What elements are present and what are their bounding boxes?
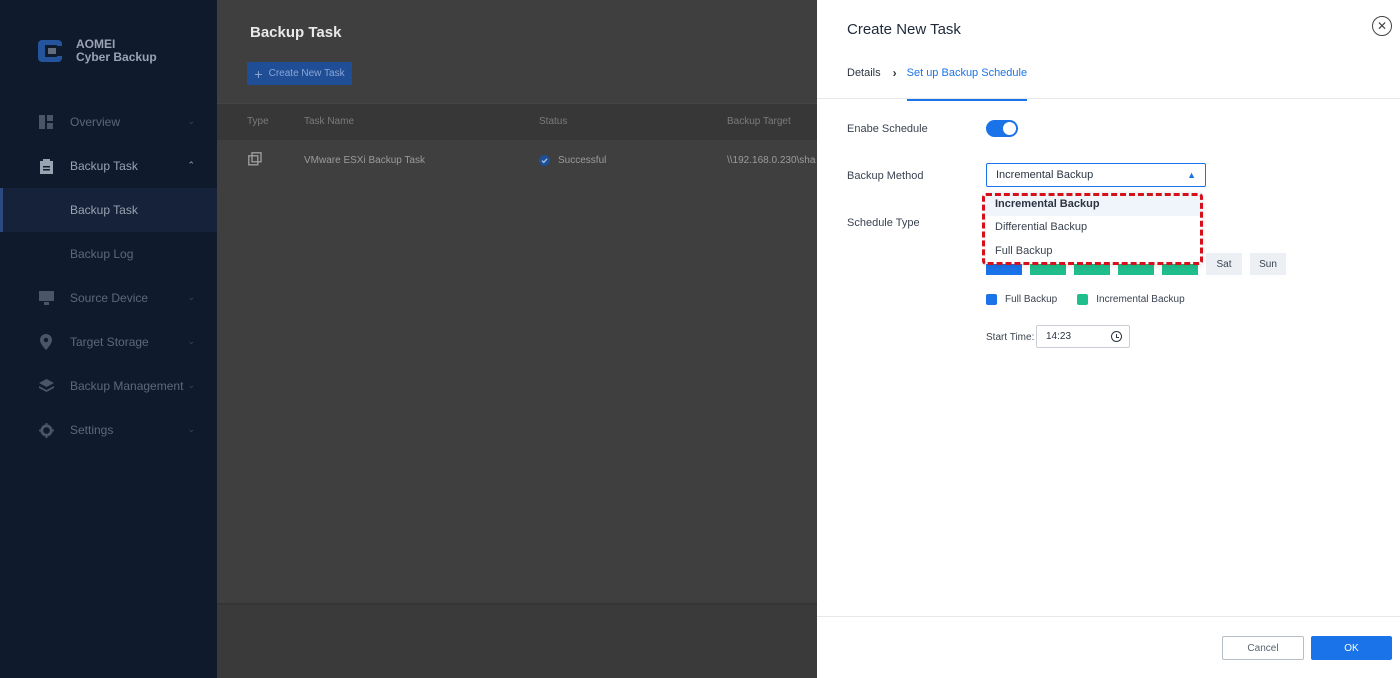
table-row[interactable]: VMware ESXi Backup Task Successful \\192… [217,140,817,180]
drawer-title: Create New Task [847,21,961,38]
legend-incremental-backup: Incremental Backup [1096,294,1185,305]
chevron-down-icon: ⌄ [187,292,195,302]
sidebar-item-backup-management[interactable]: Backup Management ⌄ [0,364,217,408]
location-pin-icon [38,334,54,350]
app-logo: AOMEI Cyber Backup [36,36,157,66]
cancel-button[interactable]: Cancel [1222,636,1304,660]
sidebar-subitem-label: Backup Task [70,203,138,217]
plus-icon: + [254,65,263,82]
chevron-down-icon: ⌄ [187,424,195,434]
chevron-right-icon: › [892,66,897,80]
main-content: Backup Task + Create New Task Type Task … [217,0,817,678]
backup-method-value: Incremental Backup [996,169,1094,181]
backup-target-cell: \\192.168.0.230\sha [727,155,816,166]
start-time-label: Start Time: [986,332,1035,343]
highlight-box [982,193,1203,265]
sidebar-item-backup-task[interactable]: Backup Task ⌃ [0,144,217,188]
legend-swatch-incremental [1077,294,1089,305]
task-name-cell: VMware ESXi Backup Task [304,155,425,166]
page-title: Backup Task [250,24,342,41]
step-backup-schedule[interactable]: Set up Backup Schedule [906,67,1028,101]
sidebar-item-overview[interactable]: Overview ⌄ [0,100,217,144]
toggle-knob [1003,122,1016,135]
vm-copy-icon [248,152,262,169]
sidebar: AOMEI Cyber Backup Overview ⌄ Backup Tas… [0,0,217,678]
backup-method-select[interactable]: Incremental Backup ▲ [986,163,1206,187]
sidebar-item-label: Settings [70,423,114,437]
monitor-icon [38,290,54,306]
chevron-up-icon: ▲ [1187,170,1196,180]
column-header-task-name: Task Name [304,116,355,127]
start-time-value: 14:23 [1046,331,1072,342]
success-check-icon [539,155,550,169]
dashboard-icon [38,114,54,130]
create-task-drawer: Create New Task ✕ Details › Set up Backu… [817,0,1400,678]
table-header: Type Task Name Status Backup Target [217,103,817,140]
step-breadcrumb: Details › Set up Backup Schedule [847,66,1028,101]
enable-schedule-toggle[interactable] [986,120,1018,137]
layers-icon [38,378,54,394]
chevron-up-icon: ⌃ [187,160,195,170]
sidebar-subitem-backup-log[interactable]: Backup Log [0,232,217,276]
clipboard-icon [38,158,54,174]
sidebar-item-label: Backup Task [70,159,138,173]
create-new-task-label: Create New Task [268,68,345,79]
close-icon[interactable]: ✕ [1372,16,1392,36]
column-header-type: Type [247,116,269,127]
sidebar-item-target-storage[interactable]: Target Storage ⌄ [0,320,217,364]
column-header-status: Status [539,116,568,127]
start-time-input[interactable]: 14:23 [1036,325,1130,348]
day-button-sun[interactable]: Sun [1250,253,1286,275]
steps-divider [817,98,1400,99]
sidebar-item-label: Backup Management [70,379,184,393]
legend-swatch-full [986,294,997,305]
clock-icon[interactable] [1111,331,1122,342]
backup-method-label: Backup Method [847,170,924,182]
gear-icon [38,422,54,438]
sidebar-nav: Overview ⌄ Backup Task ⌃ Backup Task Bac… [0,100,217,452]
status-cell: Successful [558,155,607,166]
create-new-task-button[interactable]: + Create New Task [247,62,352,85]
sidebar-item-settings[interactable]: Settings ⌄ [0,408,217,452]
logo-icon [36,36,66,66]
legend-full-backup: Full Backup [1005,294,1058,305]
main-footer [217,603,817,678]
logo-line2: Cyber Backup [76,50,157,64]
day-button-sat[interactable]: Sat [1206,253,1242,275]
sidebar-subitem-backup-task[interactable]: Backup Task [0,188,217,232]
enable-schedule-label: Enabe Schedule [847,123,928,135]
chevron-down-icon: ⌄ [187,380,195,390]
chevron-down-icon: ⌄ [187,116,195,126]
schedule-type-label: Schedule Type [847,217,920,229]
column-header-backup-target: Backup Target [727,116,791,127]
sidebar-subitem-label: Backup Log [70,247,134,261]
sidebar-item-label: Target Storage [70,335,149,349]
ok-button[interactable]: OK [1311,636,1392,660]
backup-legend: Full Backup Incremental Backup [986,294,1185,305]
step-details[interactable]: Details [847,67,881,79]
footer-divider [817,616,1400,617]
chevron-down-icon: ⌄ [187,336,195,346]
sidebar-item-source-device[interactable]: Source Device ⌄ [0,276,217,320]
sidebar-item-label: Source Device [70,291,149,305]
sidebar-item-label: Overview [70,115,121,129]
